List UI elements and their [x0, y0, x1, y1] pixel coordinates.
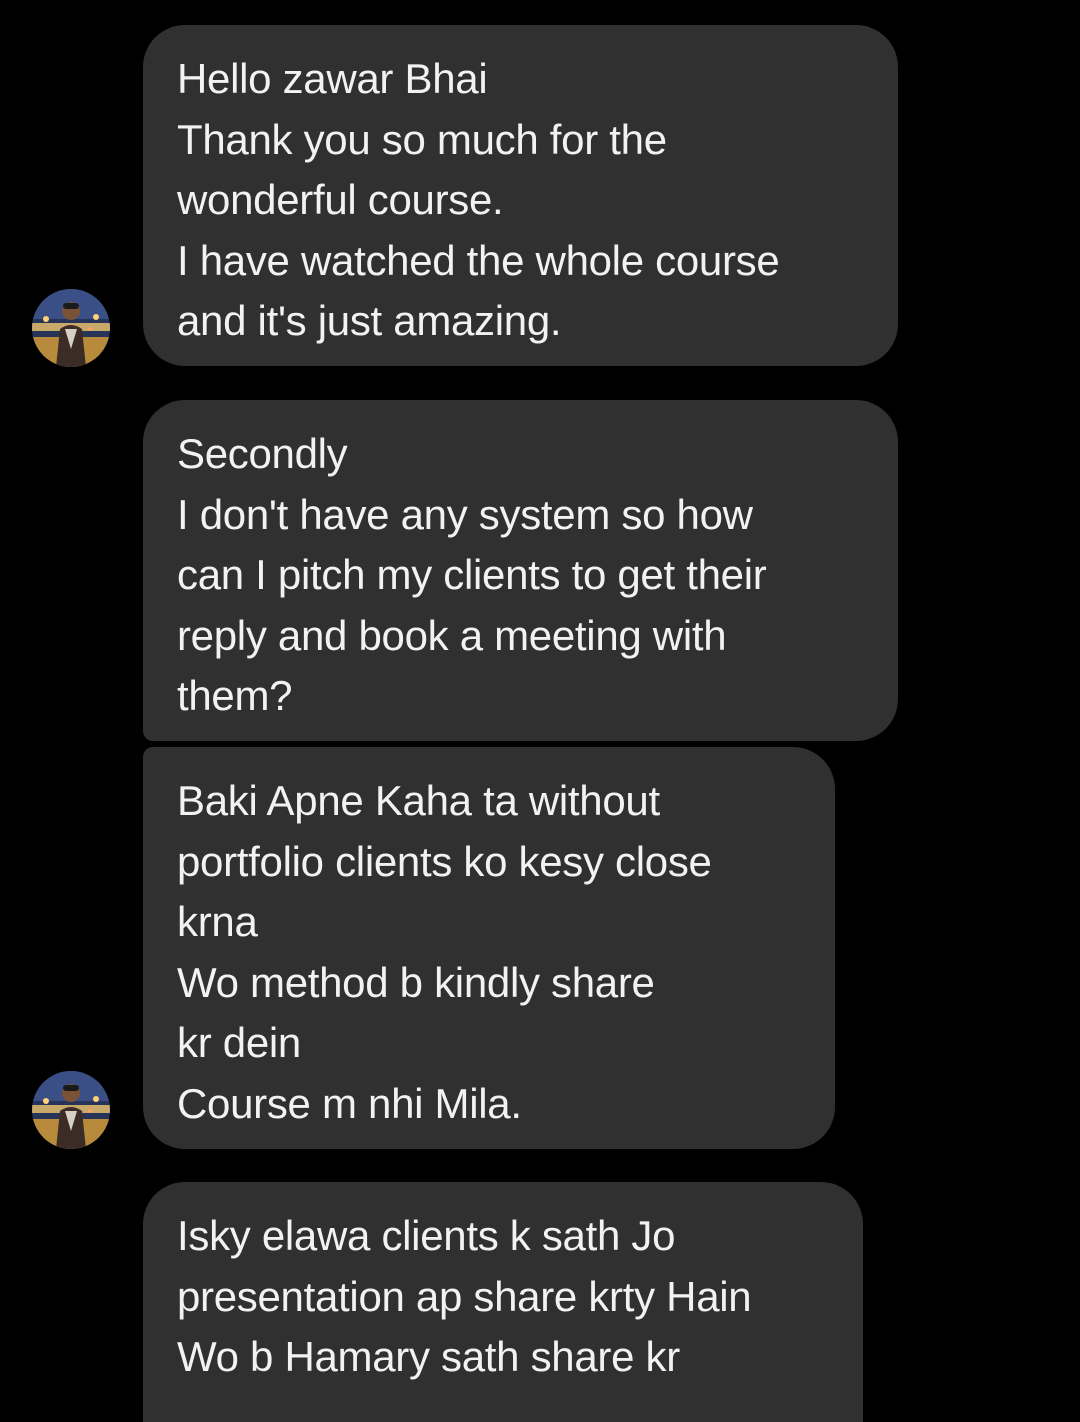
message-line: Secondly: [177, 430, 348, 477]
message-line: Course m nhi Mila.: [177, 1079, 522, 1127]
message-line: I have watched the whole course: [177, 236, 780, 284]
message-line: Baki Apne Kaha ta without: [177, 777, 660, 824]
message-bubble[interactable]: Isky elawa clients k sath Jo presentatio…: [143, 1182, 863, 1422]
message-bubble[interactable]: Hello zawar Bhai Thank you so much for t…: [143, 25, 898, 366]
message-line: kr dein: [177, 1019, 301, 1066]
message-line: krna: [177, 898, 258, 945]
message-line: I don't have any system so how: [177, 490, 753, 538]
message-line: Wo method b kindly share: [177, 958, 655, 1006]
sender-avatar-icon[interactable]: [32, 289, 110, 367]
message-line: and it's just amazing.: [177, 297, 562, 344]
message-line: Isky elawa clients k sath Jo: [177, 1212, 676, 1259]
message-bubble[interactable]: Secondly I don't have any system so how …: [143, 400, 898, 741]
message-line: portfolio clients ko kesy close: [177, 837, 712, 885]
message-line: Thank you so much for the: [177, 115, 667, 163]
message-line: can I pitch my clients to get their: [177, 551, 767, 598]
message-line: wonderful course.: [177, 176, 504, 223]
message-line: presentation ap share krty Hain: [177, 1272, 752, 1320]
message-line: Hello zawar Bhai: [177, 55, 488, 102]
message-bubble[interactable]: Baki Apne Kaha ta without portfolio clie…: [143, 747, 835, 1149]
message-line: reply and book a meeting with: [177, 611, 727, 659]
message-thread: Hello zawar Bhai Thank you so much for t…: [0, 0, 1080, 1422]
message-line: them?: [177, 672, 293, 719]
sender-avatar-icon[interactable]: [32, 1071, 110, 1149]
message-line: Wo b Hamary sath share kr: [177, 1333, 680, 1380]
